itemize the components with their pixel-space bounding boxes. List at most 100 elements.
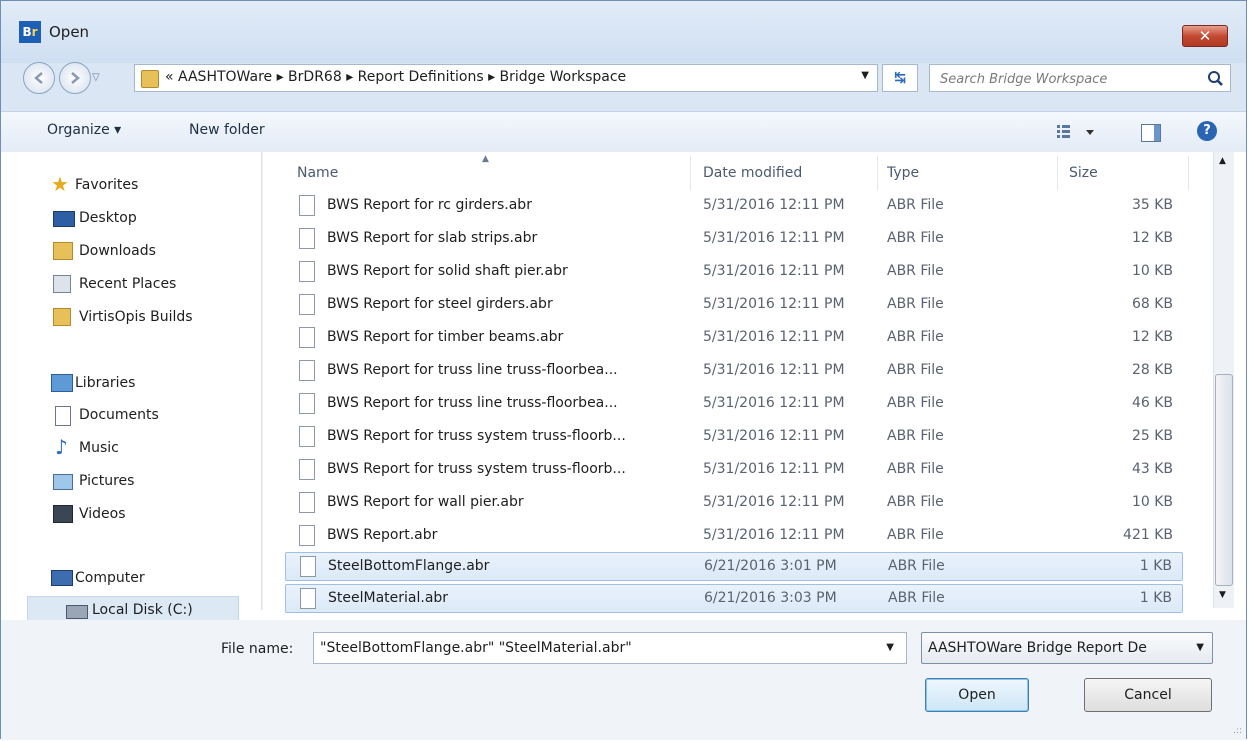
file-row[interactable]: BWS Report for wall pier.abr 5/31/2016 12…	[285, 489, 1183, 518]
organize-button[interactable]: Organize ▾	[47, 122, 121, 138]
search-input[interactable]	[938, 68, 1192, 90]
file-name: BWS Report for truss system truss-floorb…	[327, 428, 626, 444]
sidebar-item-label: Libraries	[75, 375, 136, 391]
file-date: 5/31/2016 12:11 PM	[703, 494, 845, 510]
column-divider[interactable]	[1057, 156, 1058, 190]
sidebar-item-label: Recent Places	[79, 276, 177, 292]
file-size: 1 KB	[1139, 590, 1172, 606]
sidebar-item-label: Music	[79, 440, 119, 456]
file-date: 5/31/2016 12:11 PM	[703, 329, 845, 345]
close-button[interactable]: ✕	[1182, 25, 1228, 47]
file-type: ABR File	[888, 590, 945, 606]
scroll-up-arrow-icon[interactable]: ▲	[1219, 156, 1226, 166]
navigation-scrollbar[interactable]: ▲ ▼	[261, 152, 263, 610]
file-type: ABR File	[887, 329, 944, 345]
file-row[interactable]: BWS Report for truss line truss-floorbea…	[285, 357, 1183, 386]
sidebar-item-label: Favorites	[75, 177, 139, 193]
column-divider[interactable]	[690, 156, 691, 190]
column-header-type[interactable]: Type	[887, 165, 919, 181]
file-type: ABR File	[888, 558, 945, 574]
folder-icon	[53, 308, 71, 326]
column-header-name[interactable]: Name	[297, 165, 338, 181]
column-header-date[interactable]: Date modified	[703, 165, 802, 181]
chevron-down-icon[interactable]: ▼	[886, 642, 894, 653]
file-list-scrollbar[interactable]: ▲ ▼	[1213, 152, 1234, 608]
scrollbar-thumb[interactable]	[1215, 374, 1233, 586]
file-row[interactable]: BWS Report for steel girders.abr 5/31/201…	[285, 291, 1183, 320]
change-view-icon[interactable]	[1056, 123, 1096, 141]
file-type: ABR File	[887, 527, 944, 543]
file-row[interactable]: BWS Report for rc girders.abr 5/31/2016 1…	[285, 192, 1183, 221]
chevron-down-icon[interactable]: ▼	[1196, 642, 1204, 653]
file-type-filter[interactable]: AASHTOWare Bridge Report De ▼	[921, 632, 1213, 664]
file-date: 5/31/2016 12:11 PM	[703, 197, 845, 213]
file-size: 68 KB	[1131, 296, 1173, 312]
resize-grip-icon[interactable]: .::	[1233, 726, 1242, 736]
preview-pane-icon[interactable]	[1141, 124, 1161, 142]
sidebar-item-local-disk[interactable]: Local Disk (C:)	[27, 596, 239, 620]
breadcrumb[interactable]: « AASHTOWare ▸ BrDR68 ▸ Report Definitio…	[165, 69, 626, 85]
libraries-icon	[51, 374, 73, 392]
sidebar-item-label: VirtisOpis Builds	[79, 309, 193, 325]
file-date: 5/31/2016 12:11 PM	[703, 395, 845, 411]
downloads-folder-icon	[53, 242, 73, 260]
file-row[interactable]: BWS Report for timber beams.abr 5/31/2016…	[285, 324, 1183, 353]
file-icon	[299, 294, 315, 315]
refresh-button[interactable]: ↹	[882, 64, 918, 92]
file-row-selected[interactable]: SteelMaterial.abr 6/21/2016 3:03 PM ABR Fi…	[285, 584, 1183, 613]
file-name: BWS Report for slab strips.abr	[327, 230, 538, 246]
search-box[interactable]	[929, 64, 1231, 92]
search-icon[interactable]	[1206, 69, 1224, 87]
sidebar-item-label: Desktop	[79, 210, 137, 226]
new-folder-button[interactable]: New folder	[189, 122, 265, 138]
file-size: 1 KB	[1139, 558, 1172, 574]
open-button[interactable]: Open	[925, 678, 1029, 712]
address-bar[interactable]: « AASHTOWare ▸ BrDR68 ▸ Report Definitio…	[134, 64, 878, 92]
file-name-field[interactable]: "SteelBottomFlange.abr" "SteelMaterial.a…	[313, 632, 907, 664]
help-icon[interactable]: ?	[1197, 121, 1217, 141]
file-row[interactable]: BWS Report for slab strips.abr 5/31/2016 …	[285, 225, 1183, 254]
file-row[interactable]: BWS Report for truss system truss-floorb…	[285, 456, 1183, 485]
file-row[interactable]: BWS Report for truss system truss-floorb…	[285, 423, 1183, 452]
file-type: ABR File	[887, 461, 944, 477]
column-divider[interactable]	[877, 156, 878, 190]
file-row[interactable]: BWS Report.abr 5/31/2016 12:11 PM ABR File…	[285, 522, 1183, 551]
file-type: ABR File	[887, 263, 944, 279]
cancel-button[interactable]: Cancel	[1084, 678, 1212, 712]
file-name-value[interactable]: "SteelBottomFlange.abr" "SteelMaterial.a…	[320, 640, 632, 656]
file-date: 5/31/2016 12:11 PM	[703, 263, 845, 279]
file-name: BWS Report for rc girders.abr	[327, 197, 532, 213]
computer-icon	[51, 570, 73, 586]
file-name: BWS Report.abr	[327, 527, 438, 543]
file-type: ABR File	[887, 395, 944, 411]
file-icon	[299, 360, 315, 381]
file-size: 43 KB	[1131, 461, 1173, 477]
file-type: ABR File	[887, 362, 944, 378]
file-icon	[299, 459, 315, 480]
app-icon: Br	[19, 21, 41, 43]
file-type: ABR File	[887, 428, 944, 444]
file-row[interactable]: BWS Report for solid shaft pier.abr 5/31/…	[285, 258, 1183, 287]
file-type-filter-value[interactable]: AASHTOWare Bridge Report De	[928, 640, 1182, 656]
file-name: BWS Report for steel girders.abr	[327, 296, 553, 312]
forward-button[interactable]	[59, 62, 91, 94]
command-bar: Organize ▾ New folder ?	[1, 111, 1246, 153]
scroll-down-arrow-icon[interactable]: ▼	[1219, 590, 1226, 600]
file-list: ▲ Name Date modified Type Size BWS Repor…	[285, 152, 1215, 620]
file-name: BWS Report for truss system truss-floorb…	[327, 461, 626, 477]
file-date: 6/21/2016 3:03 PM	[704, 590, 837, 606]
column-divider[interactable]	[1188, 156, 1189, 190]
file-row[interactable]: BWS Report for truss line truss-floorbea…	[285, 390, 1183, 419]
recent-locations-dropdown[interactable]: ▽	[92, 72, 100, 83]
column-header-size[interactable]: Size	[1069, 165, 1098, 181]
back-arrow-icon	[34, 72, 43, 84]
open-dialog: Br Open ✕ ▽ « AASHTOWare ▸ BrDR68 ▸ Repo…	[0, 0, 1247, 740]
file-icon	[299, 228, 315, 249]
address-dropdown-icon[interactable]: ▼	[861, 70, 869, 81]
file-size: 46 KB	[1131, 395, 1173, 411]
file-type: ABR File	[887, 494, 944, 510]
file-row-selected[interactable]: SteelBottomFlange.abr 6/21/2016 3:01 PM AB…	[285, 552, 1183, 581]
back-button[interactable]	[23, 62, 55, 94]
file-name-label: File name:	[221, 641, 294, 657]
file-date: 5/31/2016 12:11 PM	[703, 428, 845, 444]
